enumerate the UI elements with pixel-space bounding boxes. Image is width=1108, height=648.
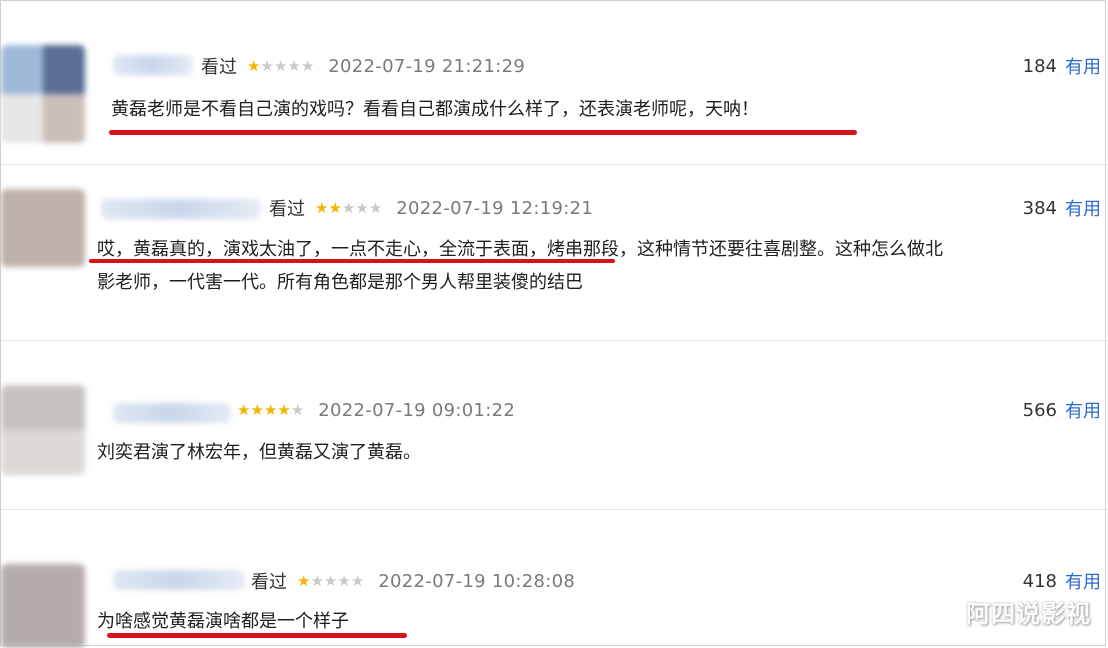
star-filled-icon: ★ bbox=[247, 57, 261, 75]
username-blurred[interactable] bbox=[113, 570, 245, 590]
avatar[interactable] bbox=[1, 564, 85, 648]
watched-label: 看过 bbox=[269, 199, 305, 220]
review-item: 看过 ★ ★ ★ ★ ★ 2022-07-19 21:21:29 184 有用 黄磊老师… bbox=[1, 1, 1108, 161]
review-item: 看过 ★ ★ ★ ★ ★ 2022-07-19 12:19:21 384 有用 哎，黄磊… bbox=[1, 165, 1108, 340]
useful-count: 566 bbox=[1022, 399, 1057, 421]
star-empty-icon: ★ bbox=[355, 199, 369, 217]
star-filled-icon: ★ bbox=[315, 199, 329, 217]
star-empty-icon: ★ bbox=[300, 57, 315, 75]
username-blurred[interactable] bbox=[113, 55, 193, 75]
username-blurred[interactable] bbox=[113, 403, 231, 423]
star-filled-icon: ★ bbox=[328, 199, 342, 217]
review-text: 刘奕君演了林宏年，但黄磊又演了黄磊。 bbox=[97, 442, 421, 463]
review-text: 黄磊老师是不看自己演的戏吗？看看自己都演成什么样了，还表演老师呢，天呐！ bbox=[111, 99, 759, 120]
review-item: 看过 ★ ★ ★ ★ ★ 2022-07-19 10:28:08 418 有用 为啥感觉… bbox=[1, 510, 1108, 648]
watched-label: 看过 bbox=[201, 57, 237, 78]
avatar[interactable] bbox=[1, 45, 85, 143]
star-empty-icon: ★ bbox=[323, 572, 338, 590]
review-date: 2022-07-19 10:28:08 bbox=[378, 570, 576, 592]
star-filled-icon: ★ bbox=[277, 401, 291, 419]
highlight-underline bbox=[89, 259, 615, 263]
star-filled-icon: ★ bbox=[250, 401, 264, 419]
star-empty-icon: ★ bbox=[341, 199, 356, 217]
star-empty-icon: ★ bbox=[260, 57, 274, 75]
useful-count: 384 bbox=[1022, 197, 1057, 219]
review-item: ★ ★ ★ ★ ★ 2022-07-19 09:01:22 566 有用 刘奕君演了林宏… bbox=[1, 341, 1108, 509]
rating-stars: ★ ★ ★ ★ ★ bbox=[297, 572, 364, 590]
rating-stars: ★ ★ ★ ★ ★ bbox=[315, 199, 382, 217]
avatar[interactable] bbox=[1, 189, 85, 267]
star-empty-icon: ★ bbox=[350, 572, 365, 590]
star-empty-icon: ★ bbox=[368, 199, 383, 217]
rating-stars: ★ ★ ★ ★ ★ bbox=[247, 57, 314, 75]
useful-button[interactable]: 有用 bbox=[1065, 568, 1101, 594]
star-filled-icon: ★ bbox=[237, 401, 251, 419]
highlight-underline bbox=[109, 130, 857, 135]
useful-button[interactable]: 有用 bbox=[1065, 195, 1101, 221]
review-text-line-2: 影老师，一代害一代。所有角色都是那个男人帮里装傻的结巴 bbox=[97, 272, 583, 293]
rating-stars: ★ ★ ★ ★ ★ bbox=[237, 401, 304, 419]
star-empty-icon: ★ bbox=[337, 572, 351, 590]
star-empty-icon: ★ bbox=[310, 572, 324, 590]
star-empty-icon: ★ bbox=[287, 57, 301, 75]
review-list: 看过 ★ ★ ★ ★ ★ 2022-07-19 21:21:29 184 有用 黄磊老师… bbox=[0, 0, 1108, 648]
watched-label: 看过 bbox=[251, 572, 287, 593]
username-blurred[interactable] bbox=[101, 199, 261, 219]
highlight-underline bbox=[107, 633, 407, 638]
watermark: 阿四说影视 bbox=[966, 600, 1091, 628]
review-date: 2022-07-19 21:21:29 bbox=[328, 55, 526, 77]
useful-button[interactable]: 有用 bbox=[1065, 397, 1101, 423]
star-empty-icon: ★ bbox=[290, 401, 305, 419]
useful-button[interactable]: 有用 bbox=[1065, 53, 1101, 79]
star-filled-icon: ★ bbox=[297, 572, 311, 590]
avatar[interactable] bbox=[1, 385, 85, 475]
review-date: 2022-07-19 12:19:21 bbox=[396, 197, 594, 219]
useful-count: 184 bbox=[1022, 55, 1057, 77]
star-filled-icon: ★ bbox=[263, 401, 278, 419]
star-empty-icon: ★ bbox=[273, 57, 288, 75]
review-date: 2022-07-19 09:01:22 bbox=[318, 399, 516, 421]
useful-count: 418 bbox=[1022, 570, 1057, 592]
